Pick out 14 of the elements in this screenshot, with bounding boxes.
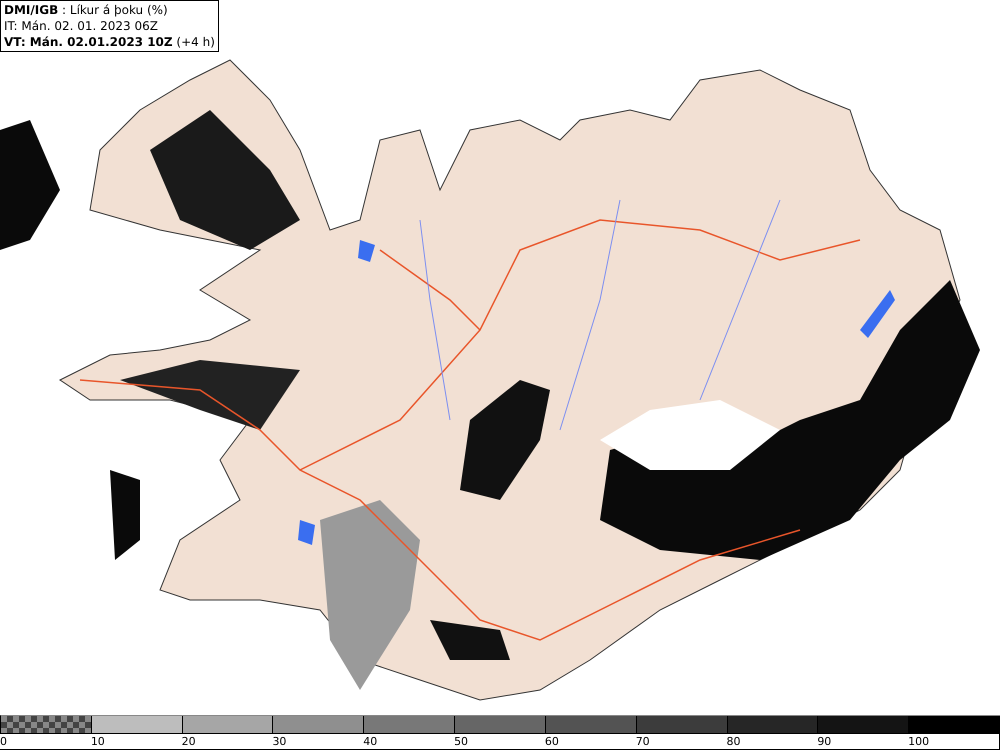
legend-label: 100: [908, 734, 930, 749]
legend-label: 40: [363, 734, 378, 749]
legend-label: 50: [454, 734, 470, 749]
legend-label: 20: [182, 734, 197, 749]
issue-time: IT: Mán. 02. 01. 2023 06Z: [4, 18, 159, 34]
product-title: DMI/IGB : Líkur á þoku (%): [4, 2, 169, 18]
legend-label: 90: [817, 734, 832, 749]
valid-time: VT: Mán. 02.01.2023 10Z (+4 h): [4, 34, 215, 50]
legend-label: 0: [0, 734, 8, 749]
legend-label: 70: [636, 734, 651, 749]
legend-label: 80: [726, 734, 742, 749]
legend-label: 30: [272, 734, 288, 749]
legend-label: 60: [544, 734, 560, 749]
legend-label: 10: [90, 734, 106, 749]
